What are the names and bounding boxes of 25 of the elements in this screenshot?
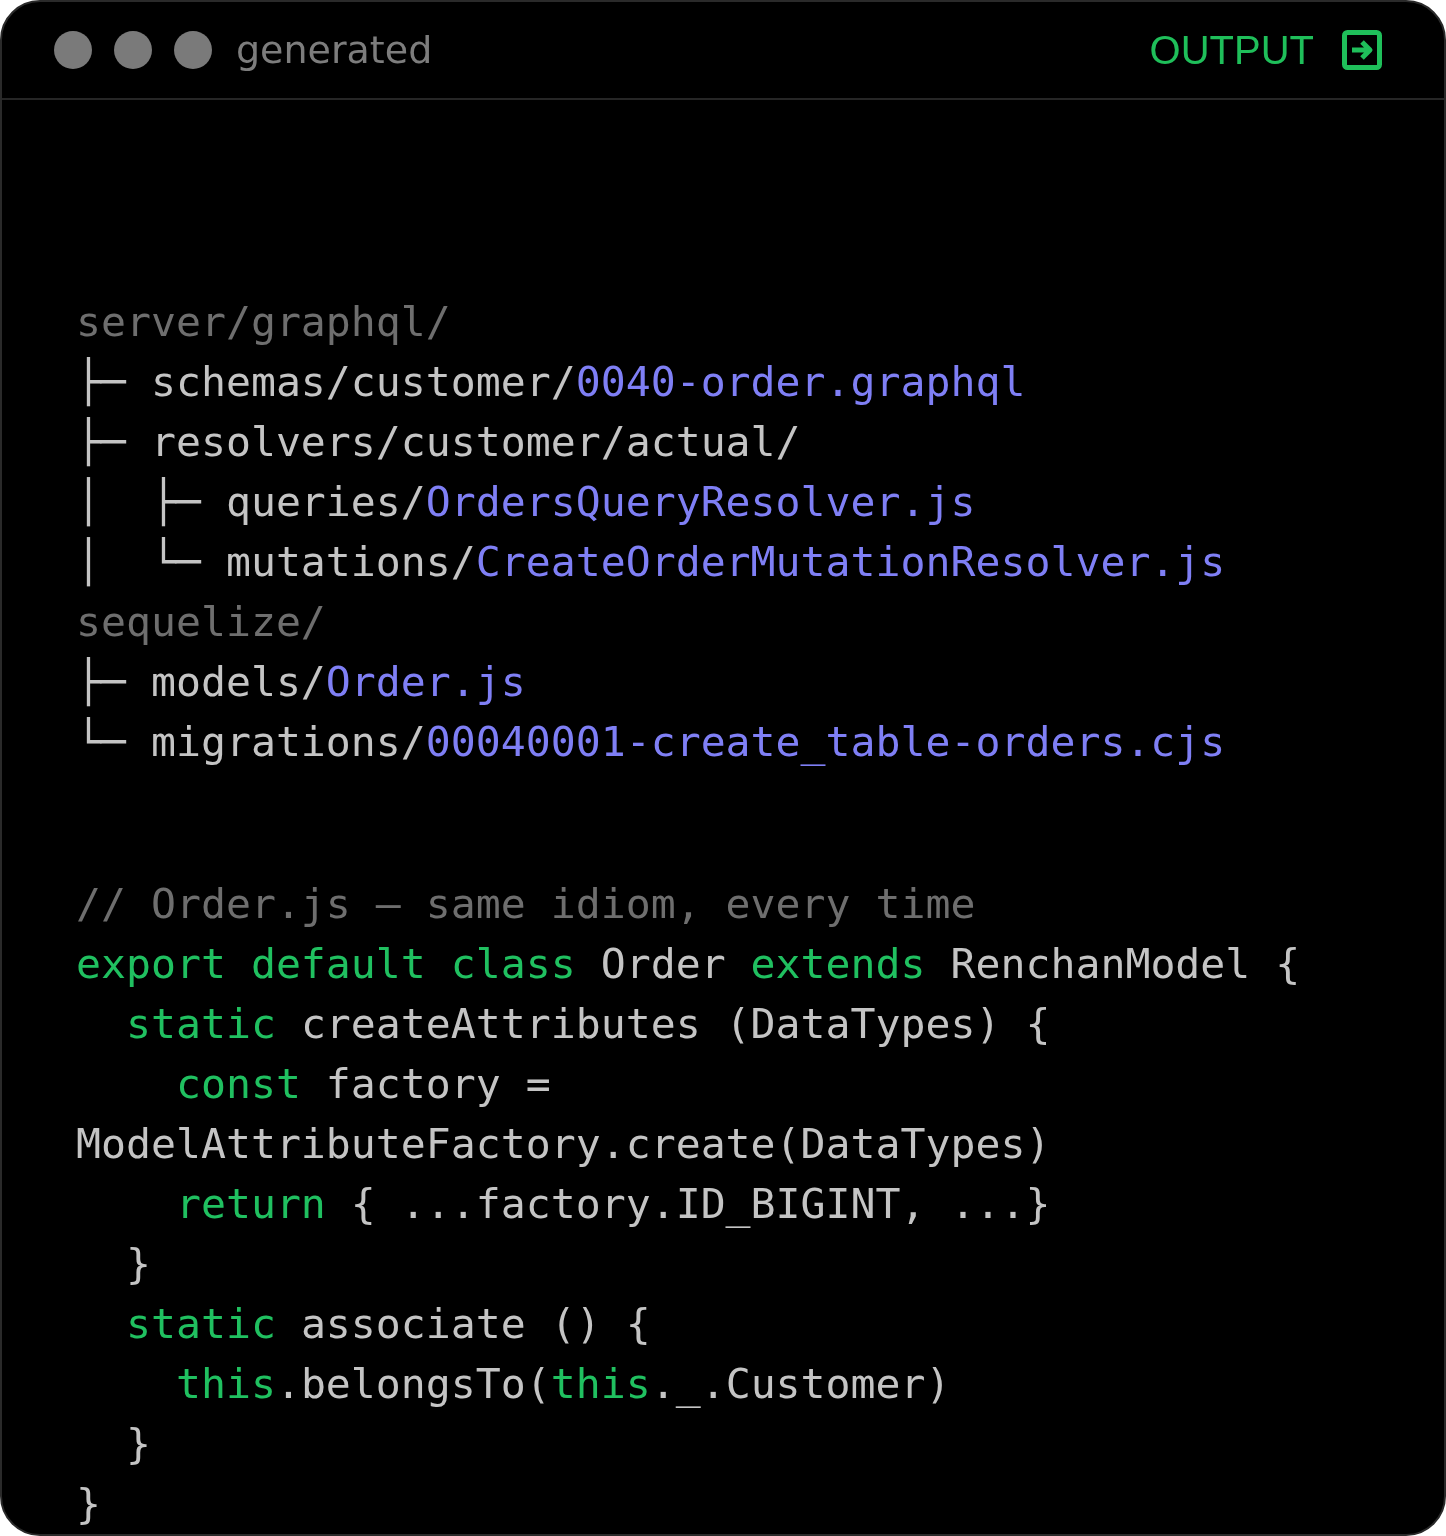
- code-line: }: [124, 1238, 151, 1290]
- output-label: OUTPUT: [1149, 27, 1314, 73]
- code-line: ├─ resolvers/customer/actual/: [76, 416, 801, 469]
- code-line: }: [124, 1418, 151, 1470]
- code-line: ├─ models/Order.js: [76, 656, 526, 709]
- window-dot[interactable]: [54, 31, 92, 69]
- code-line: this.belongsTo(this._.Customer): [174, 1358, 951, 1410]
- window-dot[interactable]: [174, 31, 212, 69]
- code-line: ├─ schemas/customer/0040-order.graphql: [76, 356, 1026, 409]
- code-line: const factory =: [174, 1058, 551, 1110]
- window-title: generated: [236, 28, 433, 72]
- code-line: └─ migrations/00040001-create_table-orders.cjs: [76, 716, 1226, 768]
- code-line: sequelize/: [76, 596, 326, 648]
- code-line: │ ├─ queries/OrdersQueryResolver.js: [76, 476, 976, 529]
- code-line: ModelAttributeFactory.create(DataTypes): [76, 1118, 1051, 1170]
- code-line: static associate () {: [124, 1298, 651, 1350]
- code-line: server/graphql/: [76, 296, 451, 348]
- export-icon[interactable]: [1342, 30, 1382, 70]
- window-dot[interactable]: [114, 31, 152, 69]
- code-line: return { ...factory.ID_BIGINT, ...}: [174, 1178, 1051, 1230]
- code-line: // Order.js — same idiom, every time: [76, 878, 976, 930]
- code-line: }: [76, 1478, 101, 1530]
- code-line: static createAttributes (DataTypes) {: [124, 998, 1051, 1050]
- code-line: export default class Order extends RenchanModel {: [76, 938, 1301, 990]
- code-line: │ └─ mutations/CreateOrderMutationResolver.js: [76, 536, 1226, 589]
